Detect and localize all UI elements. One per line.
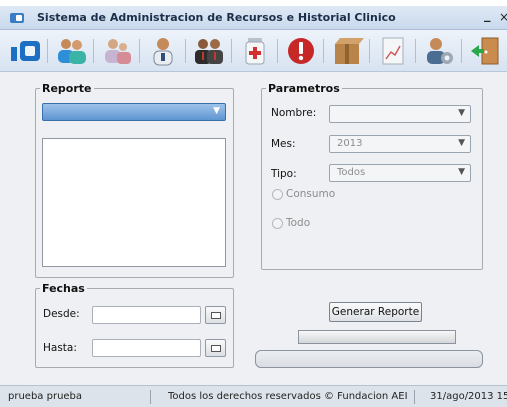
window-title: Sistema de Administracion de Recursos e … <box>37 11 396 24</box>
status-bar: prueba prueba Todos los derechos reserva… <box>0 385 507 407</box>
app-logo-icon[interactable] <box>8 35 42 67</box>
consumo-label: Consumo <box>286 188 336 200</box>
mes-value: 2013 <box>337 138 363 149</box>
users-icon[interactable] <box>54 35 88 67</box>
todo-label: Todo <box>286 217 311 229</box>
main-content: Reporte ▼ Parametros Nombre: ▼ Mes: 2013… <box>0 72 507 385</box>
reporte-legend: Reporte <box>42 82 92 95</box>
progress-bar <box>298 330 456 344</box>
consumo-radio[interactable] <box>272 189 283 200</box>
chevron-down-icon: ▼ <box>213 106 220 116</box>
minimize-button[interactable]: _ <box>484 8 491 23</box>
settings-user-icon[interactable] <box>422 35 456 67</box>
hasta-label: Hasta: <box>43 342 77 354</box>
status-copyright: Todos los derechos reservados © Fundacio… <box>168 391 408 402</box>
hasta-date-input[interactable] <box>92 339 201 357</box>
desde-label: Desde: <box>43 308 80 320</box>
desde-calendar-button[interactable] <box>205 306 226 324</box>
calendar-icon <box>211 312 221 319</box>
status-datetime: 31/ago/2013 15: <box>430 391 507 402</box>
hasta-calendar-button[interactable] <box>205 339 226 357</box>
chevron-down-icon: ▼ <box>458 167 465 177</box>
generar-reporte-button[interactable]: Generar Reporte <box>329 302 422 322</box>
nombre-select[interactable]: ▼ <box>329 105 471 123</box>
patients-icon[interactable] <box>100 35 134 67</box>
mes-select[interactable]: 2013 ▼ <box>329 135 471 153</box>
chevron-down-icon: ▼ <box>458 138 465 148</box>
inventory-box-icon[interactable] <box>330 35 364 67</box>
status-progress-bar <box>255 350 483 368</box>
fechas-legend: Fechas <box>42 282 85 295</box>
reporte-list[interactable] <box>42 138 226 267</box>
staff-icon[interactable] <box>192 35 226 67</box>
todo-radio[interactable] <box>272 218 283 229</box>
alert-icon[interactable] <box>284 35 318 67</box>
calendar-icon <box>211 345 221 352</box>
exit-door-icon[interactable] <box>468 35 502 67</box>
medical-kit-icon[interactable] <box>238 35 272 67</box>
title-bar: Sistema de Administracion de Recursos e … <box>0 6 507 30</box>
parametros-legend: Parametros <box>268 82 340 95</box>
status-user: prueba prueba <box>8 391 83 402</box>
close-button[interactable]: × <box>499 10 507 24</box>
doctor-icon[interactable] <box>146 35 180 67</box>
tipo-value: Todos <box>337 167 366 178</box>
reporte-select[interactable]: ▼ <box>42 103 226 121</box>
tipo-label: Tipo: <box>271 168 297 180</box>
tipo-select[interactable]: Todos ▼ <box>329 164 471 182</box>
chevron-down-icon: ▼ <box>458 108 465 118</box>
toolbar <box>0 30 507 72</box>
desde-date-input[interactable] <box>92 306 201 324</box>
mes-label: Mes: <box>271 138 296 150</box>
nombre-label: Nombre: <box>271 107 317 119</box>
reports-chart-icon[interactable] <box>376 35 410 67</box>
app-window-icon <box>10 13 24 23</box>
